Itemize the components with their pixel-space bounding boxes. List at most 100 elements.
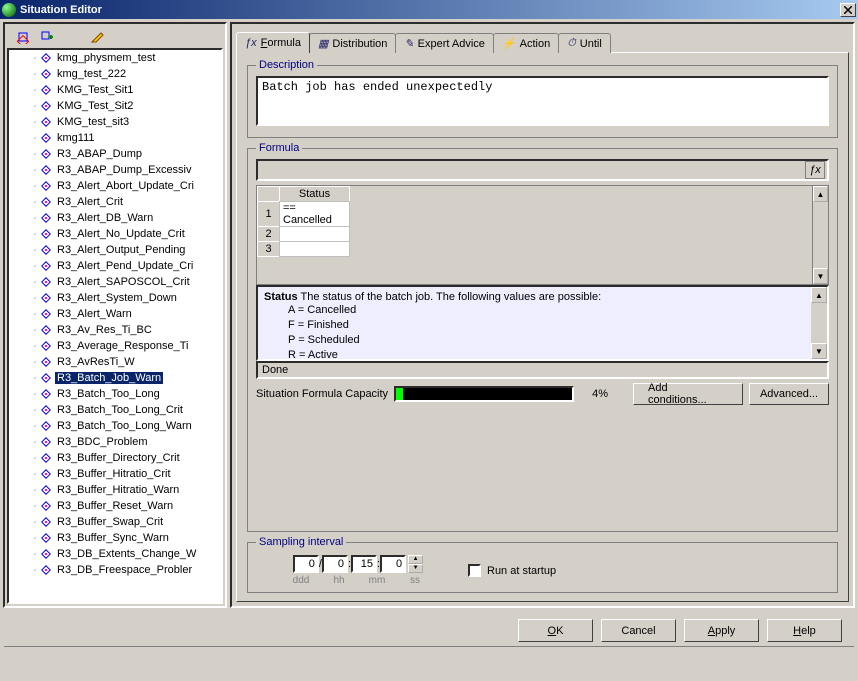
tab-until[interactable]: ⏱Until [558,33,611,53]
run-at-startup[interactable]: Run at startup [468,564,556,577]
tree-item[interactable]: ·R3_Batch_Too_Long [9,386,221,402]
tree-item[interactable]: ·R3_Batch_Too_Long_Crit [9,402,221,418]
situation-icon [39,419,53,433]
ok-button[interactable]: OK [518,619,593,642]
title-bar: Situation Editor [0,0,858,19]
tree-item[interactable]: ·R3_Average_Response_Ti [9,338,221,354]
tree-toolbar [7,26,223,48]
description-legend: Description [256,59,317,71]
interval-ddd[interactable] [293,555,319,573]
help-button[interactable]: Help [767,619,842,642]
tree-item[interactable]: ·R3_Buffer_Reset_Warn [9,498,221,514]
cell-2[interactable] [280,227,350,242]
situation-icon [39,515,53,529]
interval-hh[interactable] [322,555,348,573]
tree-item[interactable]: ·R3_Buffer_Sync_Warn [9,530,221,546]
situation-icon [39,291,53,305]
situation-icon [39,211,53,225]
tree-item[interactable]: ·R3_AvResTi_W [9,354,221,370]
tree-item[interactable]: ·R3_ABAP_Dump_Excessiv [9,162,221,178]
situation-icon [39,115,53,129]
tree-item[interactable]: ·KMG_Test_Sit1 [9,82,221,98]
tree-item[interactable]: ·R3_Buffer_Directory_Crit [9,450,221,466]
tree-item[interactable]: ·R3_DB_Extents_Change_W [9,546,221,562]
tree-item[interactable]: ·KMG_test_sit3 [9,114,221,130]
tab-expert-advice[interactable]: ✎Expert Advice [395,33,493,53]
tree-item[interactable]: ·R3_Alert_System_Down [9,290,221,306]
situation-icon [39,499,53,513]
interval-ss[interactable] [380,555,406,573]
tab-formula[interactable]: ƒxFormula [236,32,310,53]
status-bar [4,646,854,666]
tree-item[interactable]: ·kmg_test_222 [9,66,221,82]
situation-icon [39,435,53,449]
tree-item[interactable]: ·R3_Alert_No_Update_Crit [9,226,221,242]
tree-item[interactable]: ·R3_Buffer_Hitratio_Warn [9,482,221,498]
capacity-row: Situation Formula Capacity 4% Add condit… [256,383,829,405]
formula-grid[interactable]: Status 1== Cancelled 2 3 [257,186,350,257]
fx-icon[interactable]: ƒx [805,161,825,179]
interval-spinner[interactable]: ▲▼ [408,555,423,573]
dialog-buttons: OK Cancel Apply Help [0,611,858,646]
close-button[interactable] [840,3,856,17]
situation-icon [39,563,53,577]
situation-icon [39,547,53,561]
tree-item[interactable]: ·kmg111 [9,130,221,146]
description-text[interactable] [256,76,829,126]
tree-item[interactable]: ·R3_Buffer_Swap_Crit [9,514,221,530]
tab-icon: ✎ [404,37,413,50]
tab-action[interactable]: ⚡Action [493,33,559,53]
sampling-legend: Sampling interval [256,536,346,548]
tree-item[interactable]: ·R3_Alert_DB_Warn [9,210,221,226]
situation-icon [39,227,53,241]
apply-button[interactable]: Apply [684,619,759,642]
interval-mm[interactable] [351,555,377,573]
situation-tree[interactable]: ·kmg_physmem_test·kmg_test_222·KMG_Test_… [7,48,223,604]
tree-item[interactable]: ·KMG_Test_Sit2 [9,98,221,114]
tree-item[interactable]: ·R3_Av_Res_Ti_BC [9,322,221,338]
tree-item[interactable]: ·R3_Alert_Warn [9,306,221,322]
tree-item[interactable]: ·R3_Alert_SAPOSCOL_Crit [9,274,221,290]
attribute-help: Status The status of the batch job. The … [256,285,829,361]
help-line-2: P = Scheduled [288,333,821,348]
col-status[interactable]: Status [280,187,350,202]
add-icon[interactable] [39,29,55,45]
cell-3[interactable] [280,242,350,257]
situation-icon [39,451,53,465]
help-line-0: A = Cancelled [288,303,821,318]
tree-item[interactable]: ·R3_Alert_Pend_Update_Cri [9,258,221,274]
tree-item[interactable]: ·R3_ABAP_Dump [9,146,221,162]
tree-item[interactable]: ·R3_DB_Freespace_Probler [9,562,221,578]
new-icon[interactable] [15,29,31,45]
situation-icon [39,323,53,337]
add-conditions-button[interactable]: Add conditions... [633,383,743,405]
sampling-group: Sampling interval / : : ▲▼ ddd hh [247,542,838,593]
cancel-button[interactable]: Cancel [601,619,676,642]
scroll-down-icon: ▼ [813,268,828,284]
tree-item[interactable]: ·R3_Buffer_Hitratio_Crit [9,466,221,482]
tab-distribution[interactable]: ▦Distribution [309,33,396,53]
situation-icon [39,307,53,321]
tree-item[interactable]: ·R3_Batch_Too_Long_Warn [9,418,221,434]
situation-icon [39,467,53,481]
grid-scrollbar[interactable]: ▲ ▼ [812,186,828,284]
cell-1[interactable]: == Cancelled [280,202,350,227]
tab-icon: ⚡ [502,37,516,50]
status-done: Done [256,361,829,379]
edit-icon[interactable] [89,29,105,45]
situation-icon [39,83,53,97]
advanced-button[interactable]: Advanced... [749,383,829,405]
situation-icon [39,483,53,497]
tree-item[interactable]: ·R3_BDC_Problem [9,434,221,450]
tree-item[interactable]: ·R3_Alert_Output_Pending [9,242,221,258]
situation-icon [39,387,53,401]
tree-item[interactable]: ·R3_Alert_Abort_Update_Cri [9,178,221,194]
run-checkbox[interactable] [468,564,481,577]
tab-body: Description Formula ƒx Status 1== Cancel… [236,52,849,602]
tree-item[interactable]: ·R3_Batch_Job_Warn [9,370,221,386]
situation-icon [39,243,53,257]
tree-item[interactable]: ·kmg_physmem_test [9,50,221,66]
capacity-bar [394,386,574,402]
tree-item[interactable]: ·R3_Alert_Crit [9,194,221,210]
situation-icon [39,179,53,193]
